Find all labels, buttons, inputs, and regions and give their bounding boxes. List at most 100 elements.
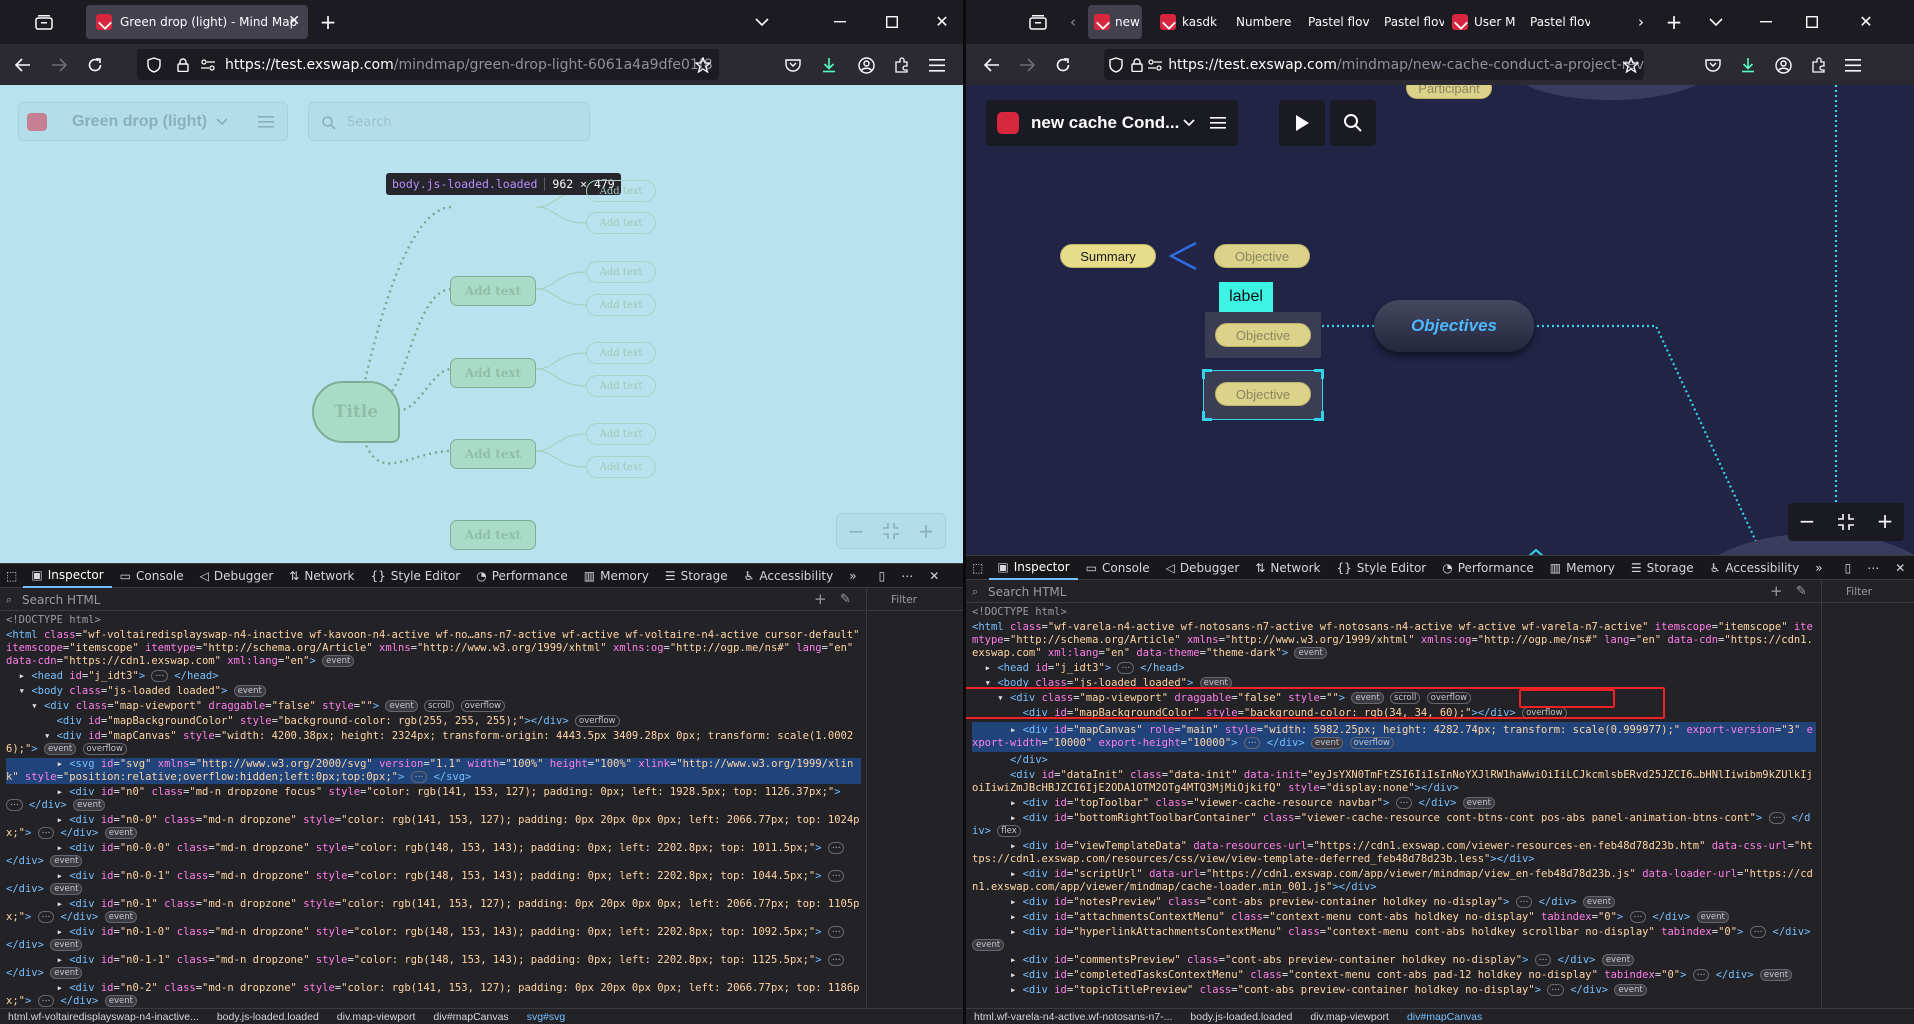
- markup-line[interactable]: ▸ <div id="n0-1-0" class="md-n dropzone"…: [6, 926, 861, 952]
- scroll-tabs-left-icon[interactable]: ‹: [1064, 12, 1082, 32]
- new-tab-icon[interactable]: +: [318, 12, 338, 32]
- html-search-input[interactable]: Search HTML: [988, 585, 1066, 599]
- responsive-design-icon[interactable]: ▯: [1837, 556, 1860, 580]
- bookmark-star-icon[interactable]: [692, 54, 714, 76]
- close-tab-icon[interactable]: ✕: [288, 14, 300, 28]
- breadcrumb-item[interactable]: html.wf-varela-n4-active.wf-notosans-n7-…: [974, 1011, 1172, 1023]
- tab-console[interactable]: ▭ Console: [1078, 556, 1158, 580]
- tab-network[interactable]: ⇅ Network: [1247, 556, 1328, 580]
- leaf-node-1[interactable]: Add text: [586, 180, 656, 202]
- leaf-node-5[interactable]: Add text: [586, 342, 656, 364]
- url-bar[interactable]: https://test.exswap.com/mindmap/green-dr…: [137, 49, 719, 80]
- markup-line[interactable]: ▸ <div id="bottomRightToolbarContainer" …: [972, 812, 1816, 838]
- tab-new[interactable]: new: [1088, 5, 1142, 39]
- tab-numbered[interactable]: Numbere: [1228, 5, 1294, 39]
- downloads-icon[interactable]: [818, 54, 840, 76]
- bookmark-star-icon[interactable]: [1620, 54, 1642, 76]
- account-icon[interactable]: [1772, 54, 1794, 76]
- breadcrumb-item[interactable]: div.map-viewport: [337, 1011, 416, 1023]
- tab-pastel-flow-1[interactable]: Pastel flov: [1300, 5, 1370, 39]
- markup-line[interactable]: ▸ <div id="n0-1-1" class="md-n dropzone"…: [6, 954, 861, 980]
- extensions-icon[interactable]: [1808, 54, 1830, 76]
- objective-node-selected[interactable]: Objective: [1215, 382, 1311, 406]
- markup-line[interactable]: ▾ <body class="js-loaded loaded"> event: [6, 685, 861, 698]
- markup-line[interactable]: <html class="wf-varela-n4-active wf-noto…: [972, 621, 1816, 660]
- markup-line[interactable]: ▾ <div class="map-viewport" draggable="f…: [6, 700, 861, 713]
- markup-line[interactable]: ▸ <head id="j_idt3"> ⋯ </head>: [6, 670, 861, 683]
- markup-line[interactable]: <!DOCTYPE html>: [6, 614, 861, 627]
- markup-line[interactable]: ▸ <div id="n0-0-1" class="md-n dropzone"…: [6, 870, 861, 896]
- tab-style-editor[interactable]: {} Style Editor: [1328, 556, 1434, 580]
- back-arrow-icon[interactable]: [12, 54, 34, 76]
- objective-node-top[interactable]: Objective: [1214, 244, 1310, 268]
- markup-line[interactable]: ▸ <div id="n0-1" class="md-n dropzone" s…: [6, 898, 861, 924]
- fit-screen-icon[interactable]: [881, 521, 901, 541]
- tracking-shield-icon[interactable]: [137, 56, 171, 73]
- markup-line[interactable]: <div id="mapBackgroundColor" style="back…: [6, 715, 861, 728]
- reload-icon[interactable]: [1052, 54, 1074, 76]
- tab-storage[interactable]: ☰ Storage: [657, 564, 736, 588]
- breadcrumb-item[interactable]: div#mapCanvas: [433, 1011, 508, 1023]
- leaf-node-3[interactable]: Add text: [586, 261, 656, 283]
- tab-pastel-flow-3[interactable]: Pastel flov: [1522, 5, 1590, 39]
- pocket-icon[interactable]: [1702, 54, 1724, 76]
- breadcrumb-item[interactable]: div.map-viewport: [1310, 1011, 1389, 1023]
- title-dropdown-chevron-icon[interactable]: [215, 115, 229, 129]
- markup-line[interactable]: ▸ <div id="scriptUrl" data-url="https://…: [972, 868, 1816, 894]
- tracking-shield-icon[interactable]: [1104, 56, 1128, 73]
- account-icon[interactable]: [855, 54, 877, 76]
- close-devtools-icon[interactable]: ✕: [921, 564, 947, 588]
- zoom-out-icon[interactable]: −: [847, 521, 865, 541]
- eyedropper-icon[interactable]: ✎: [840, 593, 851, 606]
- tab-inspector[interactable]: ▣ Inspector: [989, 556, 1078, 580]
- permissions-icon[interactable]: [1146, 58, 1165, 71]
- tab-accessibility[interactable]: ♿ Accessibility: [1702, 556, 1808, 580]
- back-arrow-icon[interactable]: [981, 54, 1003, 76]
- selection-handle[interactable]: [1314, 369, 1324, 379]
- add-node-icon[interactable]: +: [814, 592, 827, 607]
- zoom-out-icon[interactable]: −: [1798, 511, 1816, 531]
- map-search-input[interactable]: Search: [347, 115, 392, 130]
- tab-overview-icon[interactable]: [1026, 12, 1050, 32]
- rules-filter[interactable]: Filter: [867, 589, 963, 611]
- markup-line[interactable]: </div>: [972, 754, 1816, 767]
- lock-icon[interactable]: [171, 57, 195, 72]
- breadcrumb-item[interactable]: body.js-loaded.loaded: [217, 1011, 319, 1023]
- markup-line[interactable]: ▸ <div id="n0" class="md-n dropzone focu…: [6, 786, 861, 812]
- tab-pastel-flow-2[interactable]: Pastel flov: [1376, 5, 1444, 39]
- markup-line[interactable]: <!DOCTYPE html>: [972, 606, 1816, 619]
- map-search-panel[interactable]: Search: [308, 102, 590, 141]
- html-markup-tree[interactable]: <!DOCTYPE html> <html class="wf-varela-n…: [966, 603, 1820, 1008]
- tab-network[interactable]: ⇅ Network: [281, 564, 362, 588]
- tab-style-editor[interactable]: {} Style Editor: [362, 564, 468, 588]
- markup-line[interactable]: ▸ <div id="commentsPreview" class="cont-…: [972, 954, 1816, 967]
- selection-handle[interactable]: [1202, 411, 1212, 421]
- url-bar[interactable]: https://test.exswap.com/mindmap/new-cach…: [1104, 49, 1644, 80]
- extensions-icon[interactable]: [891, 54, 913, 76]
- label-node[interactable]: label: [1219, 282, 1273, 312]
- search-icon[interactable]: [1330, 100, 1376, 146]
- close-window-icon[interactable]: ✕: [932, 12, 952, 32]
- branch-node-4[interactable]: Add text: [450, 520, 536, 550]
- eyedropper-icon[interactable]: ✎: [1796, 585, 1807, 598]
- markup-line[interactable]: ▸ <div id="attachmentsContextMenu" class…: [972, 911, 1816, 924]
- present-play-icon[interactable]: [1279, 100, 1325, 146]
- markup-line-selected[interactable]: ▸ <div id="mapCanvas" role="main" style=…: [972, 722, 1816, 752]
- markup-line[interactable]: ▸ <div id="n0-0" class="md-n dropzone" s…: [6, 814, 861, 840]
- branch-node-1[interactable]: Add text: [450, 276, 536, 306]
- forward-arrow-icon[interactable]: [48, 54, 70, 76]
- map-title[interactable]: Green drop (light): [72, 113, 207, 131]
- markup-line[interactable]: ▸ <head id="j_idt3"> ⋯ </head>: [972, 662, 1816, 675]
- tab-performance[interactable]: ◔ Performance: [1434, 556, 1542, 580]
- root-node-title[interactable]: Title: [312, 381, 400, 443]
- breadcrumb-item[interactable]: body.js-loaded.loaded: [1190, 1011, 1292, 1023]
- objectives-branch-node[interactable]: Objectives: [1374, 300, 1534, 352]
- list-tabs-chevron-icon[interactable]: [1706, 13, 1726, 31]
- objective-node-mid[interactable]: Objective: [1215, 323, 1311, 347]
- tab-inspector[interactable]: ▣ Inspector: [23, 564, 112, 588]
- html-search-bar[interactable]: ⌕ Search HTML + ✎: [0, 589, 865, 611]
- map-menu-icon[interactable]: [256, 115, 276, 129]
- markup-line[interactable]: ▸ <div id="completedTasksContextMenu" cl…: [972, 969, 1816, 982]
- tab-debugger[interactable]: ◁ Debugger: [1158, 556, 1248, 580]
- tab-debugger[interactable]: ◁ Debugger: [192, 564, 282, 588]
